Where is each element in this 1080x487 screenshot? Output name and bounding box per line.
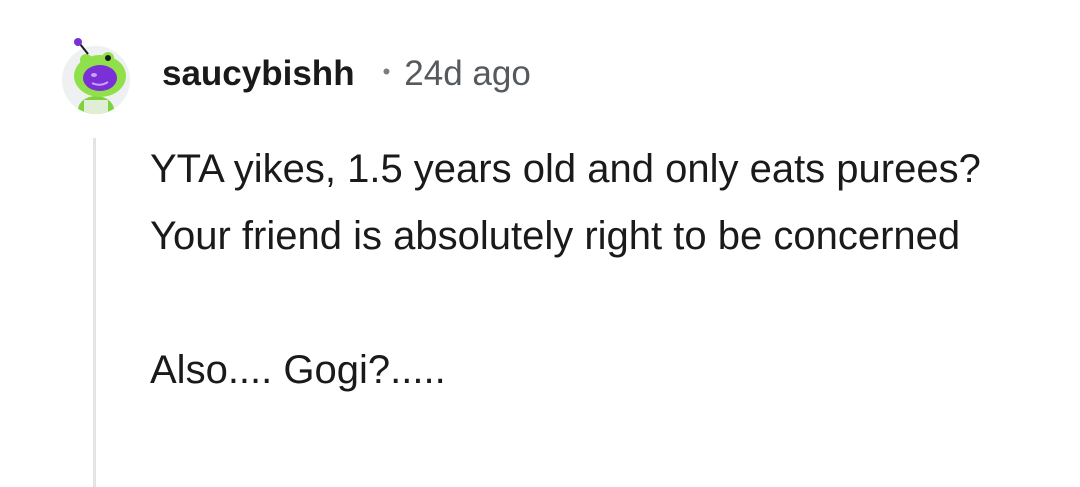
username-link[interactable]: saucybishh [162, 54, 355, 94]
comment-paragraph: YTA yikes, 1.5 years old and only eats p… [150, 147, 981, 258]
comment-paragraph: Also.... Gogi?..... [150, 348, 446, 392]
comment: saucybishh • 24d ago YTA yikes, 1.5 year… [0, 0, 1080, 487]
user-avatar[interactable] [58, 38, 134, 114]
snoo-frog-avatar-icon [62, 38, 130, 114]
thread-collapse-line[interactable] [93, 138, 96, 487]
comment-body: YTA yikes, 1.5 years old and only eats p… [150, 136, 1050, 404]
comment-header: saucybishh • 24d ago [162, 50, 531, 98]
meta-separator: • [382, 59, 391, 84]
comment-timestamp: 24d ago [404, 54, 531, 93]
